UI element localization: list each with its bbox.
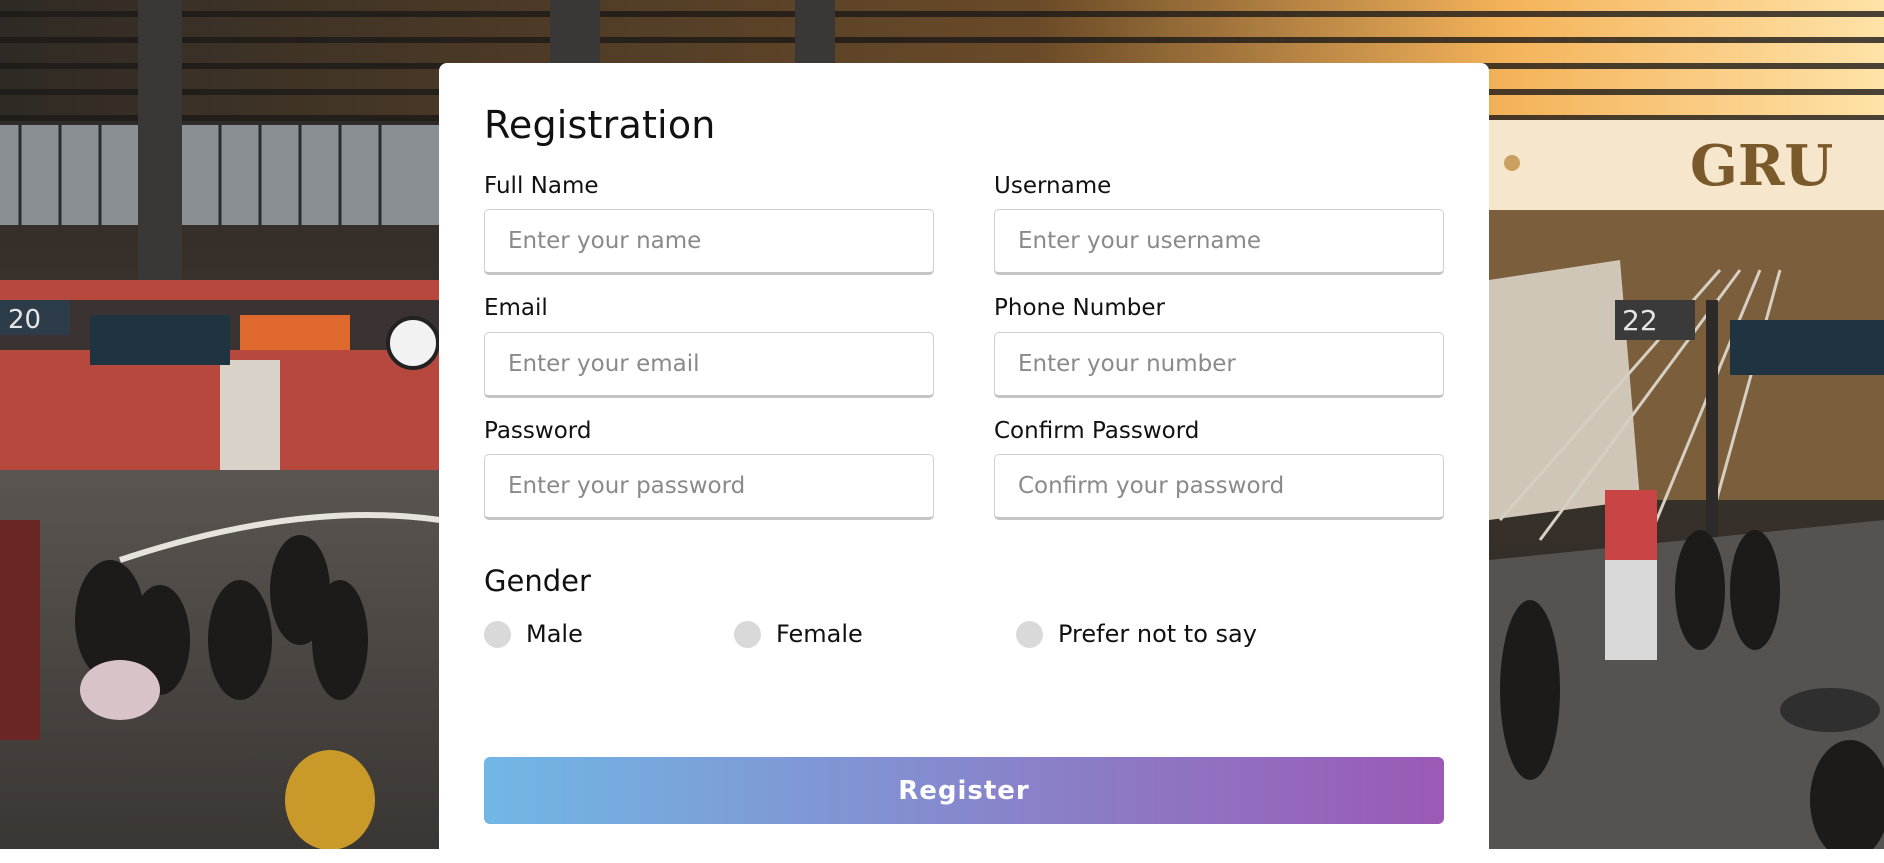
gender-option-prefer-not-to-say[interactable]: Prefer not to say [1016,620,1257,648]
form-fields-grid: Full Name Username Email Phone Number Pa… [484,172,1444,521]
gender-options: Male Female Prefer not to say [484,620,1444,656]
confirm-password-input[interactable] [994,454,1444,521]
station-sign-text: GRU [1690,133,1833,199]
gender-title: Gender [484,564,591,599]
full-name-input[interactable] [484,209,934,276]
full-name-field-group: Full Name [484,172,934,276]
email-label: Email [484,295,548,322]
phone-number-field-group: Phone Number [994,295,1444,398]
password-field-group: Password [484,417,934,521]
username-label: Username [994,172,1112,199]
confirm-password-label: Confirm Password [994,417,1200,444]
radio-circle-icon[interactable] [484,620,511,648]
gender-option-label: Prefer not to say [1058,620,1257,648]
full-name-label: Full Name [484,172,599,199]
gender-option-male[interactable]: Male [484,620,583,648]
confirm-password-field-group: Confirm Password [994,417,1444,521]
email-field-group: Email [484,295,934,398]
gender-option-female[interactable]: Female [734,620,863,648]
platform-sign-20: 20 [8,305,41,335]
username-field-group: Username [994,172,1444,276]
phone-number-label: Phone Number [994,295,1165,322]
radio-circle-icon[interactable] [734,620,761,648]
registration-card: Registration Full Name Username Email Ph… [439,63,1489,863]
email-input[interactable] [484,331,934,398]
gender-option-label: Female [776,620,863,648]
form-title: Registration [484,103,716,147]
password-label: Password [484,417,592,444]
phone-number-input[interactable] [994,331,1444,398]
radio-circle-icon[interactable] [1016,620,1043,648]
password-input[interactable] [484,454,934,521]
username-input[interactable] [994,209,1444,276]
gender-option-label: Male [526,620,583,648]
platform-sign-22: 22 [1622,304,1658,337]
register-button[interactable]: Register [484,757,1444,824]
